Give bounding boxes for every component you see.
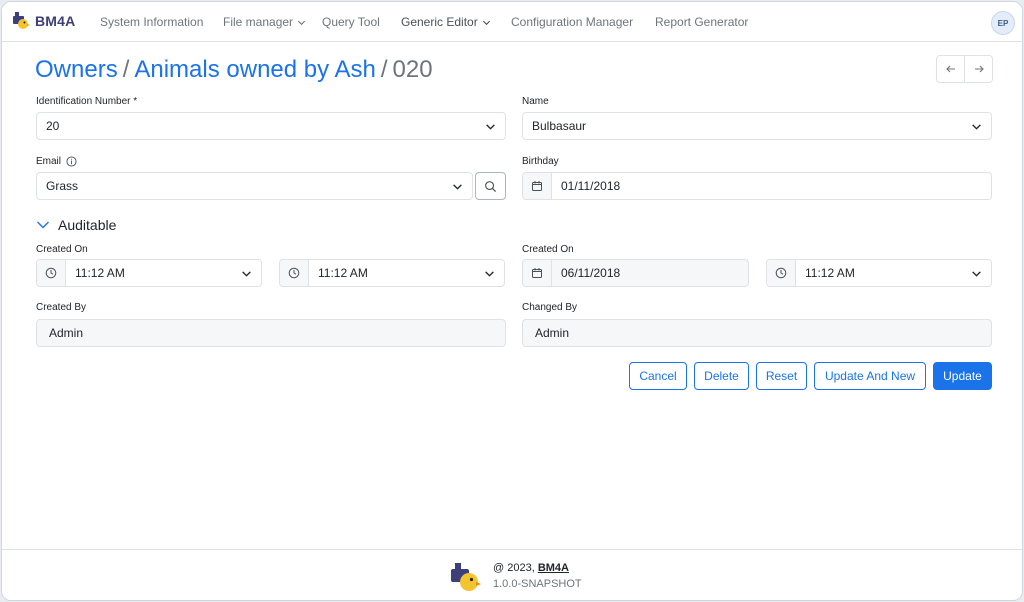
avatar-initials: EP bbox=[997, 18, 1009, 28]
chevron-down-icon bbox=[475, 121, 505, 132]
nav-label: Report Generator bbox=[655, 15, 749, 29]
breadcrumb-current: 020 bbox=[392, 56, 433, 83]
brand-name: BM4A bbox=[35, 13, 76, 29]
user-avatar[interactable]: EP bbox=[991, 11, 1015, 35]
nav-system-information[interactable]: System Information bbox=[100, 15, 203, 29]
created-on-label-right: Created On bbox=[522, 244, 574, 255]
identification-number-select[interactable]: 20 bbox=[36, 112, 506, 140]
label-text: Created By bbox=[36, 302, 87, 313]
chevron-down-icon bbox=[37, 221, 49, 229]
field-value: 20 bbox=[46, 119, 60, 133]
arrow-left-icon bbox=[945, 65, 955, 73]
app-window: BM4A System Information File manager Que… bbox=[1, 1, 1023, 601]
changed-by-field: Admin bbox=[522, 319, 992, 347]
footer-brand-link[interactable]: BM4A bbox=[538, 562, 569, 574]
update-button[interactable]: Update bbox=[933, 362, 992, 390]
email-label: Email bbox=[36, 156, 77, 167]
nav-generic-editor[interactable]: Generic Editor bbox=[401, 15, 491, 29]
footer: @ 2023, BM4A 1.0.0-SNAPSHOT bbox=[2, 549, 1022, 600]
label-text: Created On bbox=[36, 244, 88, 255]
nav-label: Generic Editor bbox=[401, 15, 478, 29]
nav-label: Configuration Manager bbox=[511, 15, 634, 29]
label-text: Created On bbox=[522, 244, 574, 255]
chevron-down-icon bbox=[442, 181, 472, 192]
field-value: 11:12 AM bbox=[805, 266, 855, 280]
clock-icon bbox=[280, 260, 309, 286]
breadcrumb-animals[interactable]: Animals owned by Ash bbox=[134, 56, 375, 83]
birthday-date-input[interactable]: 01/11/2018 bbox=[522, 172, 992, 200]
arrow-right-icon bbox=[974, 65, 984, 73]
breadcrumb-separator: / bbox=[380, 56, 388, 83]
chevron-down-icon bbox=[231, 268, 261, 279]
email-select[interactable]: Grass bbox=[36, 172, 473, 200]
nav-file-manager[interactable]: File manager bbox=[223, 15, 306, 29]
field-value: 01/11/2018 bbox=[561, 179, 621, 193]
field-value: 06/11/2018 bbox=[561, 266, 621, 280]
created-on-time-select-right[interactable]: 11:12 AM bbox=[766, 259, 992, 287]
email-search-button[interactable] bbox=[475, 172, 506, 200]
name-select[interactable]: Bulbasaur bbox=[522, 112, 992, 140]
brand-logo-icon bbox=[13, 12, 30, 29]
reset-button[interactable]: Reset bbox=[756, 362, 807, 390]
chevron-down-icon bbox=[474, 268, 504, 279]
chevron-down-icon bbox=[482, 20, 490, 25]
field-value: Admin bbox=[49, 326, 84, 340]
clock-icon bbox=[767, 260, 796, 286]
identification-number-label: Identification Number * bbox=[36, 96, 137, 107]
created-on-time-select-2[interactable]: 11:12 AM bbox=[279, 259, 505, 287]
next-record-button[interactable] bbox=[964, 56, 992, 82]
previous-record-button[interactable] bbox=[937, 56, 964, 82]
chevron-down-icon bbox=[297, 20, 306, 25]
section-title: Auditable bbox=[58, 217, 117, 233]
nav-label: Query Tool bbox=[322, 15, 380, 29]
changed-by-label: Changed By bbox=[522, 302, 577, 313]
field-value: 11:12 AM bbox=[318, 266, 368, 280]
label-text: Email bbox=[36, 156, 62, 167]
record-pager bbox=[936, 55, 993, 83]
created-on-label: Created On bbox=[36, 244, 88, 255]
label-text: Identification Number * bbox=[36, 96, 138, 107]
field-value: Admin bbox=[535, 326, 570, 340]
brand-logo-icon bbox=[451, 563, 481, 591]
created-on-time-select-1[interactable]: 11:12 AM bbox=[36, 259, 262, 287]
nav-query-tool[interactable]: Query Tool bbox=[322, 15, 380, 29]
created-on-date-field: 06/11/2018 bbox=[522, 259, 749, 287]
nav-label: System Information bbox=[100, 15, 204, 29]
name-label: Name bbox=[522, 96, 549, 107]
auditable-section-toggle[interactable]: Auditable bbox=[36, 217, 116, 233]
nav-report-generator[interactable]: Report Generator bbox=[655, 15, 748, 29]
chevron-down-icon bbox=[961, 268, 991, 279]
clock-icon bbox=[37, 260, 66, 286]
birthday-label: Birthday bbox=[522, 156, 559, 167]
nav-label: File manager bbox=[223, 15, 294, 29]
info-icon[interactable] bbox=[66, 156, 77, 167]
label-text: Birthday bbox=[522, 156, 559, 167]
field-value: Grass bbox=[46, 179, 79, 193]
chevron-down-icon bbox=[961, 121, 991, 132]
calendar-icon[interactable] bbox=[523, 173, 552, 199]
copyright-text: @ 2023, bbox=[493, 562, 538, 574]
calendar-icon bbox=[523, 260, 552, 286]
label-text: Changed By bbox=[522, 302, 578, 313]
page-title: Owners / Animals owned by Ash/020 bbox=[35, 56, 433, 84]
created-by-field: Admin bbox=[36, 319, 506, 347]
field-value: 11:12 AM bbox=[75, 266, 125, 280]
search-icon bbox=[485, 180, 497, 192]
update-and-new-button[interactable]: Update And New bbox=[814, 362, 926, 390]
field-value: Bulbasaur bbox=[532, 119, 587, 133]
breadcrumb-owners[interactable]: Owners bbox=[35, 56, 118, 83]
top-navbar: BM4A System Information File manager Que… bbox=[2, 2, 1022, 42]
delete-button[interactable]: Delete bbox=[694, 362, 749, 390]
footer-copyright: @ 2023, BM4A bbox=[493, 562, 569, 574]
footer-version: 1.0.0-SNAPSHOT bbox=[493, 578, 582, 590]
brand[interactable]: BM4A bbox=[12, 11, 75, 31]
breadcrumb-separator: / bbox=[122, 56, 130, 83]
nav-configuration-manager[interactable]: Configuration Manager bbox=[511, 15, 633, 29]
cancel-button[interactable]: Cancel bbox=[629, 362, 687, 390]
created-by-label: Created By bbox=[36, 302, 86, 313]
label-text: Name bbox=[522, 96, 549, 107]
